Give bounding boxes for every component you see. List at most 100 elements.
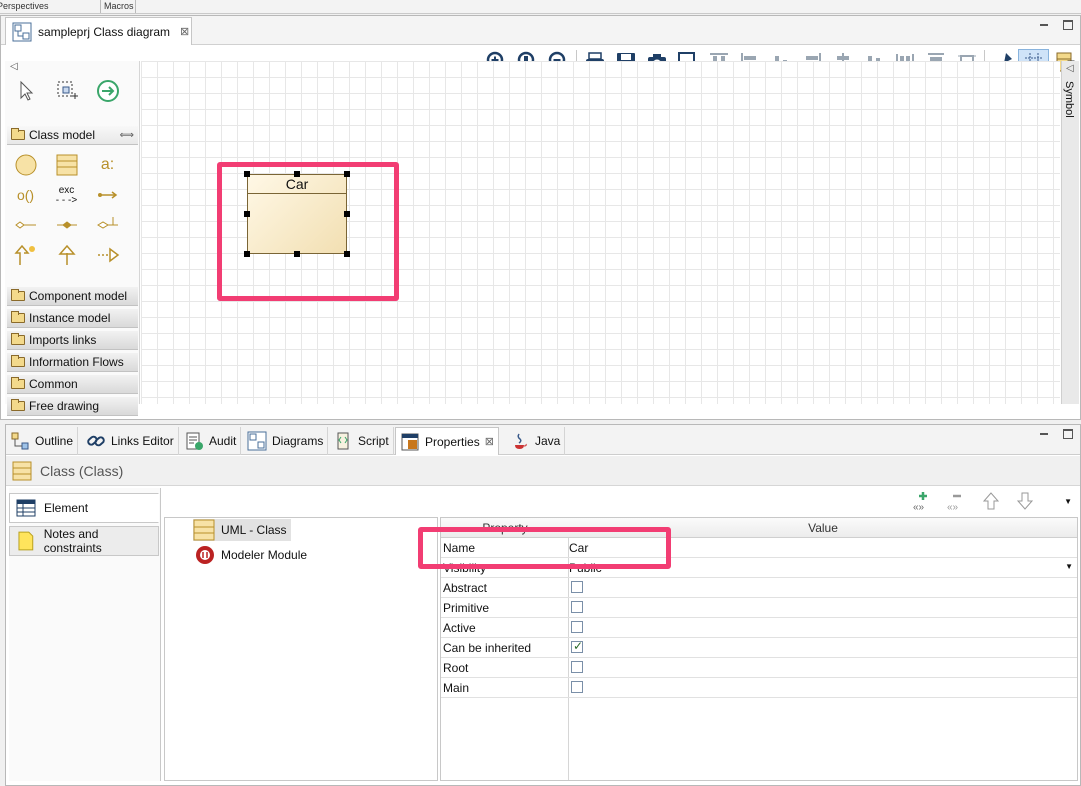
inheritance-icon: [57, 244, 76, 265]
tab-element[interactable]: Element: [9, 493, 159, 523]
root-checkbox[interactable]: [571, 661, 583, 673]
package-tool[interactable]: [5, 150, 46, 180]
palette-section-instance-model[interactable]: Instance model: [7, 309, 138, 328]
property-name: Primitive: [443, 601, 490, 615]
active-checkbox[interactable]: [571, 621, 583, 633]
close-icon[interactable]: ⊠: [180, 25, 189, 38]
tab-audit[interactable]: Audit: [180, 427, 242, 455]
palette-section-common[interactable]: Common: [7, 375, 138, 394]
minimize-icon[interactable]: [1039, 20, 1049, 30]
association-class-tool[interactable]: [87, 210, 128, 240]
tab-java[interactable]: Java: [506, 427, 566, 455]
remove-icon[interactable]: «»: [946, 490, 968, 512]
tab-label: Element: [44, 501, 89, 515]
view-menu-icon[interactable]: ▼: [1064, 497, 1072, 506]
move-down-icon[interactable]: [1014, 490, 1036, 512]
symbol-panel[interactable]: ◁ Symbol: [1061, 61, 1079, 404]
tab-notes-and-constraints[interactable]: Notes and constraints: [9, 526, 159, 556]
palette-section-label: Information Flows: [29, 355, 124, 369]
link-icon: [87, 435, 105, 447]
tab-diagrams[interactable]: Diagrams: [243, 427, 329, 455]
tree-item-uml-class[interactable]: UML - Class: [193, 519, 291, 541]
realization-icon: [97, 247, 119, 263]
table-row[interactable]: Active: [441, 618, 1077, 638]
inheritance-tool[interactable]: [46, 240, 87, 270]
association-tool[interactable]: [87, 180, 128, 210]
maximize-icon[interactable]: [1063, 20, 1073, 30]
tab-label: Diagrams: [272, 434, 324, 448]
java-icon: [515, 433, 527, 449]
generalization-tool[interactable]: [5, 240, 46, 270]
module-icon: [196, 546, 214, 564]
abstract-checkbox[interactable]: [571, 581, 583, 593]
palette-section-label: Class model: [29, 128, 96, 142]
realization-tool[interactable]: [87, 240, 128, 270]
outline-icon: [11, 432, 29, 450]
operation-tool[interactable]: o(): [5, 180, 46, 210]
main-checkbox[interactable]: [571, 681, 583, 693]
circle-icon: [15, 154, 36, 176]
aggregation-tool[interactable]: [5, 210, 46, 240]
minimize-icon[interactable]: [1039, 429, 1049, 439]
move-up-icon[interactable]: [980, 490, 1002, 512]
property-name: Can be inherited: [443, 641, 532, 655]
table-row[interactable]: Main: [441, 678, 1077, 698]
diagram-canvas[interactable]: Car: [141, 61, 1060, 404]
tree-item-modeler-module[interactable]: Modeler Module: [195, 545, 307, 565]
table-row[interactable]: Root: [441, 658, 1077, 678]
navigate-tool[interactable]: [87, 76, 128, 106]
tab-outline[interactable]: Outline: [6, 427, 79, 455]
exception-tool[interactable]: exc - - ->: [46, 180, 87, 210]
strip-divider: [135, 0, 136, 13]
attribute-tool[interactable]: a:: [87, 150, 128, 180]
tab-properties[interactable]: Properties ⊠: [395, 427, 499, 455]
palette-collapse-icon[interactable]: ◁: [10, 61, 18, 72]
pointer-tool[interactable]: [5, 76, 46, 106]
folder-icon: [11, 377, 25, 389]
macros-label[interactable]: Macros: [104, 1, 134, 11]
arrow-circle-icon: [96, 80, 119, 102]
table-row[interactable]: Can be inherited: [441, 638, 1077, 658]
dropdown-icon[interactable]: ▼: [1065, 562, 1073, 571]
property-name: Root: [443, 661, 469, 675]
maximize-icon[interactable]: [1063, 429, 1073, 439]
tab-label: Script: [358, 434, 389, 448]
palette-section-class-model[interactable]: Class model ⟺: [7, 126, 138, 145]
can-be-inherited-checkbox[interactable]: [571, 639, 583, 653]
table-row[interactable]: Primitive: [441, 598, 1077, 618]
editor-tab-class-diagram[interactable]: sampleprj Class diagram ⊠: [5, 17, 192, 45]
tab-label: Java: [535, 434, 561, 448]
view-tab-bar: Outline Links Editor Audit Diagrams Scri…: [6, 425, 1080, 455]
marquee-tool[interactable]: [46, 76, 87, 106]
composition-icon: [56, 221, 77, 229]
property-name: Main: [443, 681, 470, 695]
palette-section-information-flows[interactable]: Information Flows: [7, 353, 138, 372]
composition-tool[interactable]: [46, 210, 87, 240]
column-divider: [568, 578, 569, 597]
palette-section-component-model[interactable]: Component model: [7, 287, 138, 306]
palette-section-free-drawing-label[interactable]: Free drawing: [7, 397, 138, 416]
expand-icon[interactable]: ◁: [1066, 63, 1074, 74]
perspectives-label[interactable]: Perspectives: [0, 1, 49, 11]
tab-links-editor[interactable]: Links Editor: [82, 427, 179, 455]
collapse-icon[interactable]: ⟺: [120, 130, 134, 141]
primitive-checkbox[interactable]: [571, 601, 583, 613]
column-divider: [568, 598, 569, 617]
palette-section-label: Free drawing: [29, 399, 100, 413]
class-icon: [56, 154, 77, 176]
properties-header: Class (Class): [6, 456, 1080, 486]
table-row[interactable]: Abstract: [441, 578, 1077, 598]
tab-label: Properties: [425, 434, 480, 449]
close-icon[interactable]: ⊠: [485, 435, 494, 448]
column-divider: [568, 618, 569, 637]
class-tool[interactable]: [46, 150, 87, 180]
add-icon[interactable]: «»: [912, 490, 934, 512]
class-model-tools: a: o() exc - - ->: [5, 150, 128, 270]
tab-label: Audit: [209, 434, 237, 448]
palette-section-imports-links[interactable]: Imports links: [7, 331, 138, 350]
column-divider: [568, 658, 569, 677]
class-icon: [193, 519, 215, 541]
column-divider: [568, 698, 569, 780]
tab-script[interactable]: Script: [329, 427, 394, 455]
table-toolbar: «» «» ▼: [912, 490, 1072, 512]
